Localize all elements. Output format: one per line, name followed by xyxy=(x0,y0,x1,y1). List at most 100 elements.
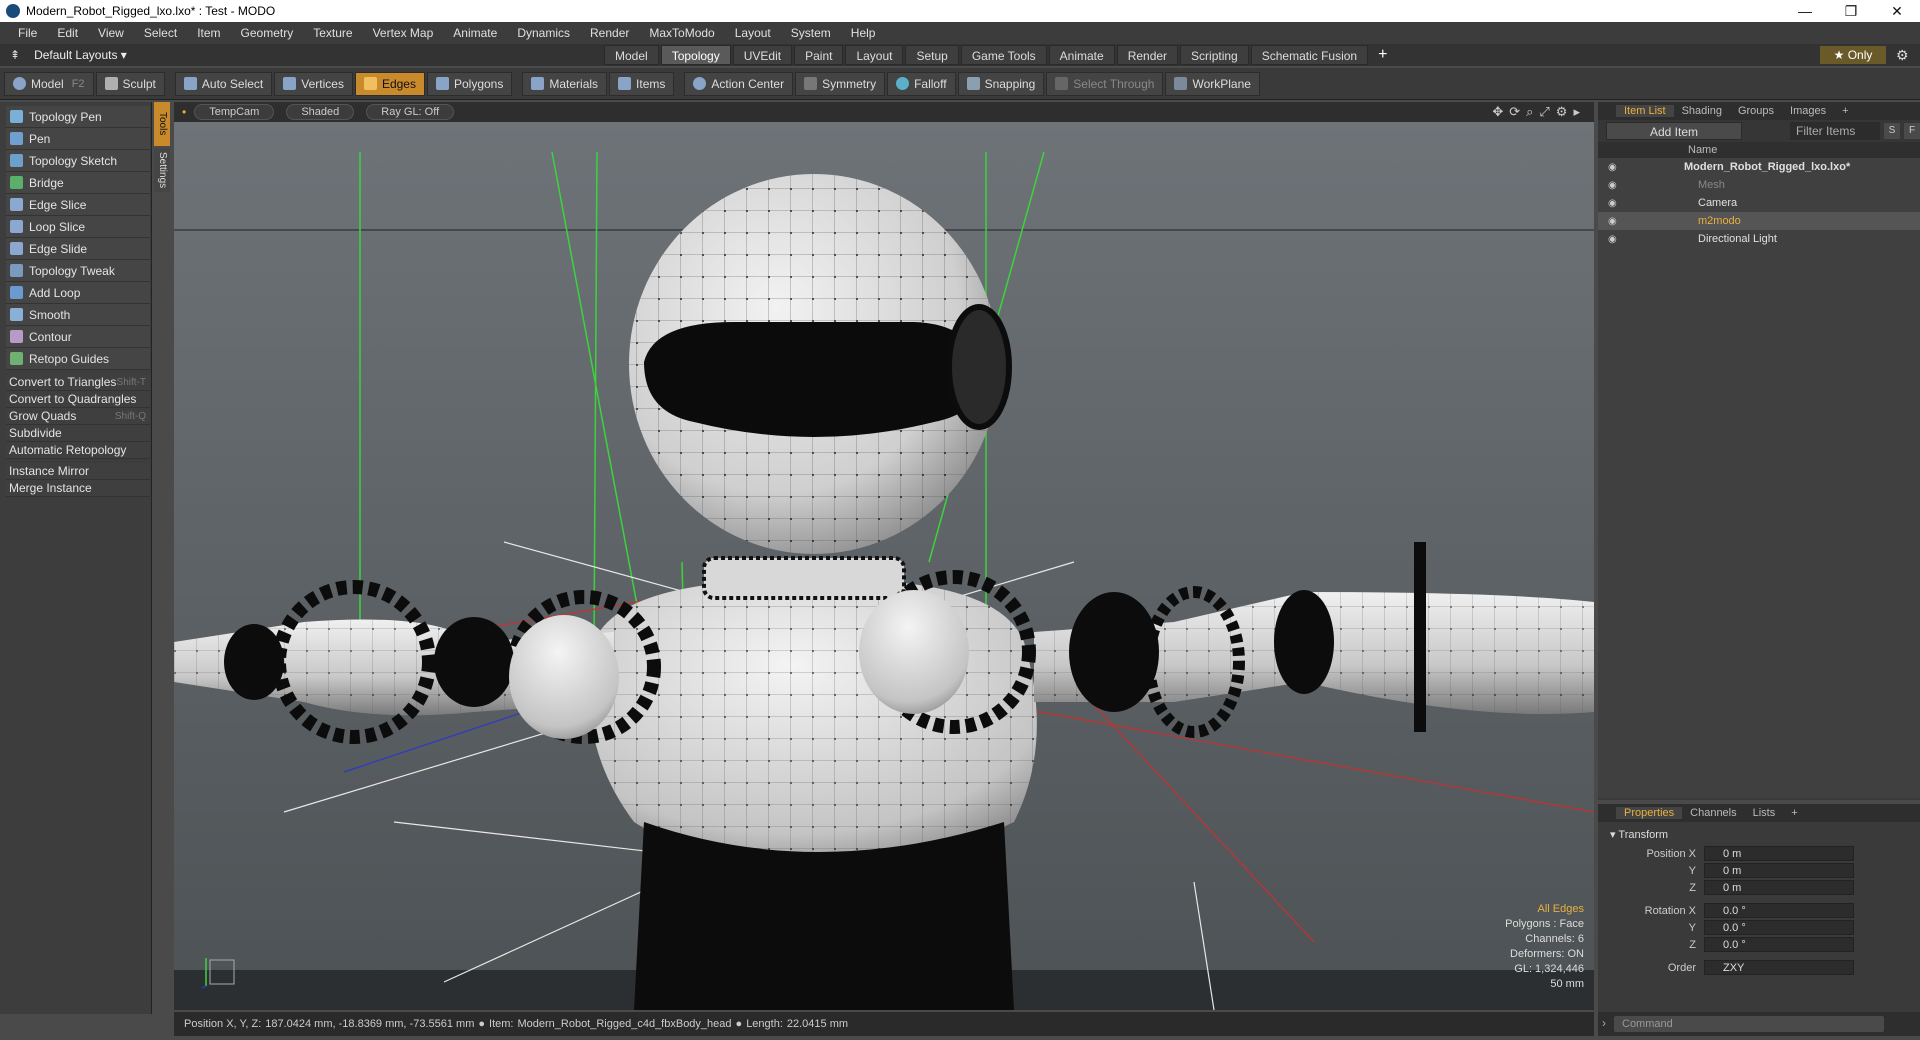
menu-maxtomodo[interactable]: MaxToModo xyxy=(639,26,724,40)
items-button[interactable]: Items xyxy=(609,71,675,96)
tab-game-tools[interactable]: Game Tools xyxy=(960,45,1047,65)
s-filter-button[interactable]: S xyxy=(1884,123,1900,139)
tool-topology-pen[interactable]: Topology Pen xyxy=(6,106,150,128)
polygons-button[interactable]: Polygons xyxy=(426,71,513,96)
command-subdivide[interactable]: Subdivide xyxy=(6,425,150,442)
command-input[interactable]: Command xyxy=(1614,1016,1884,1032)
visibility-eye-icon[interactable]: ◉ xyxy=(1608,180,1617,191)
select-through-button[interactable]: Select Through xyxy=(1046,71,1164,96)
tool-bridge[interactable]: Bridge xyxy=(6,172,150,194)
item-row[interactable]: ◉ Camera xyxy=(1598,194,1920,212)
camera-dropdown[interactable]: TempCam xyxy=(194,104,275,120)
tab-scripting[interactable]: Scripting xyxy=(1180,45,1249,65)
visibility-eye-icon[interactable]: ◉ xyxy=(1608,198,1617,209)
menu-select[interactable]: Select xyxy=(134,26,187,40)
menu-layout[interactable]: Layout xyxy=(725,26,781,40)
tab-model[interactable]: Model xyxy=(604,45,659,65)
tab-layout[interactable]: Layout xyxy=(845,45,904,65)
tool-retopo-guides[interactable]: Retopo Guides xyxy=(6,348,150,370)
add-tab-button[interactable]: + xyxy=(1370,45,1395,65)
tab-groups[interactable]: Groups xyxy=(1730,105,1782,117)
auto-select-button[interactable]: Auto Select xyxy=(174,71,273,96)
property-value-field[interactable]: 0.0 ° xyxy=(1704,903,1854,918)
close-button[interactable]: ✕ xyxy=(1874,3,1920,20)
name-column-header[interactable]: Name xyxy=(1598,142,1920,158)
collapse-icon[interactable]: ⇞ xyxy=(10,48,20,62)
vertices-button[interactable]: Vertices xyxy=(274,71,353,96)
command-instance-mirror[interactable]: Instance Mirror xyxy=(6,463,150,480)
menu-geometry[interactable]: Geometry xyxy=(231,26,304,40)
tab-lists[interactable]: Lists xyxy=(1745,807,1784,819)
tool-edge-slice[interactable]: Edge Slice xyxy=(6,194,150,216)
tool-edge-slide[interactable]: Edge Slide xyxy=(6,238,150,260)
robot-mesh-view[interactable] xyxy=(174,122,1594,1010)
property-value-field[interactable]: 0 m xyxy=(1704,880,1854,895)
gear-icon[interactable]: ⚙ xyxy=(1896,47,1909,64)
maximize-button[interactable]: ❐ xyxy=(1828,3,1874,20)
item-row[interactable]: ◉ Directional Light xyxy=(1598,230,1920,248)
side-tab-settings[interactable]: Settings xyxy=(154,148,170,192)
property-value-field[interactable]: 0 m xyxy=(1704,846,1854,861)
transform-section[interactable]: ▾ Transform xyxy=(1598,822,1920,845)
property-value-field[interactable]: 0 m xyxy=(1704,863,1854,878)
tab-topology[interactable]: Topology xyxy=(660,45,731,65)
workplane-button[interactable]: WorkPlane xyxy=(1165,71,1260,96)
property-value-field[interactable]: ZXY xyxy=(1704,960,1854,975)
tab-uvedit[interactable]: UVEdit xyxy=(732,45,793,65)
model-mode-button[interactable]: Model F2 xyxy=(4,71,94,96)
minimize-button[interactable]: — xyxy=(1782,3,1828,20)
menu-vertex-map[interactable]: Vertex Map xyxy=(363,26,444,40)
tool-add-loop[interactable]: Add Loop xyxy=(6,282,150,304)
tab-render[interactable]: Render xyxy=(1116,45,1179,65)
property-value-field[interactable]: 0.0 ° xyxy=(1704,920,1854,935)
3d-viewport[interactable]: • TempCam Shaded Ray GL: Off ✥⟳⌕⤢⚙▸ All … xyxy=(174,102,1594,1010)
menu-render[interactable]: Render xyxy=(580,26,639,40)
tool-contour[interactable]: Contour xyxy=(6,326,150,348)
command-automatic-retopology[interactable]: Automatic Retopology xyxy=(6,442,150,459)
command-convert-to-triangles[interactable]: Convert to Triangles Shift-T xyxy=(6,374,150,391)
tool-topology-sketch[interactable]: Topology Sketch xyxy=(6,150,150,172)
falloff-button[interactable]: Falloff xyxy=(887,71,956,96)
raygl-toggle[interactable]: Ray GL: Off xyxy=(366,104,455,120)
menu-help[interactable]: Help xyxy=(841,26,886,40)
add-panel-tab[interactable]: + xyxy=(1834,105,1856,117)
tab-shading[interactable]: Shading xyxy=(1674,105,1730,117)
add-item-button[interactable]: Add Item xyxy=(1606,122,1742,140)
sculpt-mode-button[interactable]: Sculpt xyxy=(95,71,165,96)
edges-button[interactable]: Edges xyxy=(354,71,425,96)
tool-smooth[interactable]: Smooth xyxy=(6,304,150,326)
property-value-field[interactable]: 0.0 ° xyxy=(1704,937,1854,952)
tab-schematic-fusion[interactable]: Schematic Fusion xyxy=(1250,45,1369,65)
materials-button[interactable]: Materials xyxy=(522,71,608,96)
item-row[interactable]: ◉ Modern_Robot_Rigged_lxo.lxo* xyxy=(1598,158,1920,176)
tool-pen[interactable]: Pen xyxy=(6,128,150,150)
visibility-eye-icon[interactable]: ◉ xyxy=(1608,216,1617,227)
tab-animate[interactable]: Animate xyxy=(1048,45,1115,65)
snapping-button[interactable]: Snapping xyxy=(957,71,1045,96)
menu-item[interactable]: Item xyxy=(187,26,230,40)
tab-images[interactable]: Images xyxy=(1782,105,1834,117)
tab-channels[interactable]: Channels xyxy=(1682,807,1744,819)
shading-dropdown[interactable]: Shaded xyxy=(286,104,355,120)
command-convert-to-quadrangles[interactable]: Convert to Quadrangles xyxy=(6,391,150,408)
visibility-eye-icon[interactable]: ◉ xyxy=(1608,234,1617,245)
item-row[interactable]: ◉ m2modo xyxy=(1598,212,1920,230)
menu-system[interactable]: System xyxy=(781,26,841,40)
tool-topology-tweak[interactable]: Topology Tweak xyxy=(6,260,150,282)
add-props-tab[interactable]: + xyxy=(1783,807,1805,819)
viewport-nav-icons[interactable]: ✥⟳⌕⤢⚙▸ xyxy=(1492,104,1586,120)
tool-loop-slice[interactable]: Loop Slice xyxy=(6,216,150,238)
menu-texture[interactable]: Texture xyxy=(303,26,362,40)
menu-view[interactable]: View xyxy=(88,26,134,40)
only-button[interactable]: ★ Only xyxy=(1820,46,1886,64)
menu-animate[interactable]: Animate xyxy=(443,26,507,40)
menu-dynamics[interactable]: Dynamics xyxy=(507,26,580,40)
default-layouts-dropdown[interactable]: Default Layouts ▾ xyxy=(34,48,127,62)
side-tab-tools[interactable]: Tools xyxy=(154,102,170,146)
tab-item-list[interactable]: Item List xyxy=(1616,105,1674,117)
visibility-eye-icon[interactable]: ◉ xyxy=(1608,162,1617,173)
symmetry-button[interactable]: Symmetry xyxy=(795,71,886,96)
command-grow-quads[interactable]: Grow Quads Shift-Q xyxy=(6,408,150,425)
filter-items-input[interactable]: Filter Items xyxy=(1790,122,1880,140)
tab-properties[interactable]: Properties xyxy=(1616,807,1683,819)
